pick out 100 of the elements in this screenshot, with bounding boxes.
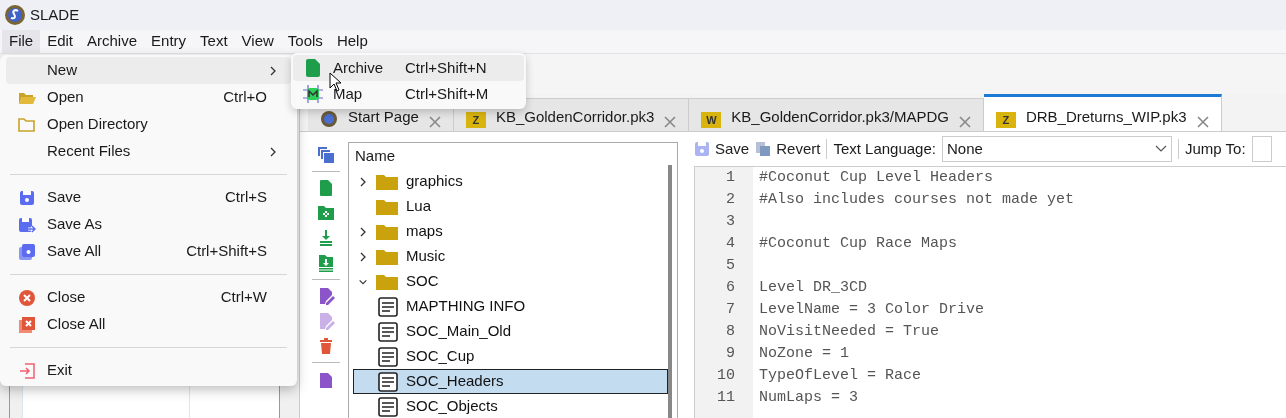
new-file-icon[interactable] — [317, 179, 335, 197]
close-icon[interactable] — [428, 116, 441, 128]
line-number: 6 — [726, 278, 735, 298]
delete-icon[interactable] — [317, 337, 335, 355]
code-line: #Coconut Cup Race Maps — [759, 234, 959, 254]
tree-item[interactable]: MAPTHING INFO — [353, 294, 668, 319]
save-icon — [18, 189, 35, 206]
menu-item[interactable]: Save All Ctrl+Shift+S — [6, 238, 291, 265]
menu-item[interactable]: Recent Files — [6, 138, 291, 165]
text-file-icon — [378, 346, 398, 367]
text-file-icon — [378, 371, 398, 392]
menu-item[interactable]: Save Ctrl+S — [6, 184, 291, 211]
archive-icon: Z — [995, 112, 1016, 128]
window-title: SLADE — [30, 4, 80, 25]
tree-item[interactable]: Music — [353, 244, 668, 269]
archive-icon: W — [701, 112, 722, 128]
exit-icon — [18, 362, 35, 379]
tree-item[interactable]: SOC_Cup — [353, 344, 668, 369]
entry-icon[interactable] — [317, 370, 335, 388]
menu-item[interactable]: Edit — [40, 29, 81, 54]
code-line: Level DR_3CD — [759, 278, 869, 298]
text-file-icon — [378, 321, 398, 342]
line-number: 1 — [726, 168, 735, 188]
menu-item[interactable]: Close All — [6, 311, 291, 338]
line-number: 4 — [726, 234, 735, 254]
save-icon — [694, 141, 710, 157]
menu-item[interactable]: Tools — [280, 29, 330, 54]
folder-icon — [376, 173, 398, 190]
line-number: 7 — [726, 300, 735, 320]
folder-icon — [17, 117, 36, 132]
line-number: 3 — [726, 212, 735, 232]
tab[interactable]: Z DRB_Dreturns_WIP.pk3 — [983, 94, 1222, 131]
folder-icon — [376, 248, 398, 265]
jump-to-label: Jump To: — [1185, 138, 1246, 159]
menu-item[interactable]: Text — [193, 29, 235, 54]
tree-item[interactable]: Lua — [353, 194, 668, 219]
code-line: #Coconut Cup Level Headers — [759, 168, 995, 188]
language-dropdown[interactable]: None — [942, 136, 1172, 162]
column-header: Name — [354, 146, 396, 166]
collapse-icon[interactable] — [317, 146, 335, 164]
code-line: NumLaps = 3 — [759, 388, 860, 408]
import-icon[interactable] — [317, 229, 335, 247]
close-icon[interactable] — [1196, 116, 1209, 128]
save-button[interactable]: Save — [694, 137, 750, 161]
archive-icon: Z — [465, 112, 486, 128]
rename-icon[interactable] — [317, 287, 335, 305]
menu-item[interactable]: Open Directory — [6, 111, 291, 138]
map-icon — [303, 85, 323, 103]
scrollbar[interactable] — [668, 165, 672, 418]
save-as-icon — [17, 216, 36, 233]
menu-item[interactable]: Close Ctrl+W — [6, 284, 291, 311]
close-icon — [18, 289, 35, 306]
tree-item[interactable]: SOC_Headers — [353, 369, 668, 394]
chevron-right-icon — [359, 250, 367, 263]
line-number: 10 — [717, 366, 735, 386]
chevron-right-icon — [359, 225, 367, 238]
chevron-down-icon — [358, 277, 368, 286]
close-icon[interactable] — [664, 116, 677, 128]
revert-button[interactable]: Revert — [755, 137, 821, 161]
menu-item[interactable]: Help — [329, 29, 375, 54]
save-all-icon — [17, 242, 36, 261]
menu-item[interactable]: Archive — [80, 29, 145, 54]
line-number: 9 — [726, 344, 735, 364]
tree-item[interactable]: graphics — [353, 169, 668, 194]
folder-icon — [376, 223, 398, 240]
close-all-icon — [17, 315, 36, 334]
line-number: 2 — [726, 190, 735, 210]
rename-all-icon[interactable] — [317, 312, 335, 330]
menu-item[interactable]: File — [2, 29, 41, 54]
line-number: 5 — [726, 256, 735, 276]
folder-icon — [376, 198, 398, 215]
code-line: NoZone = 1 — [759, 344, 850, 364]
folder-icon — [376, 273, 398, 290]
code-line: TypeOfLevel = Race — [759, 366, 923, 386]
menu-item[interactable]: Entry — [144, 29, 194, 54]
chevron-right-icon — [269, 145, 277, 158]
menu-item[interactable]: New — [6, 57, 291, 84]
import-folder-icon[interactable] — [317, 254, 335, 272]
tree-item[interactable]: SOC — [353, 269, 668, 294]
menu-item[interactable]: Exit — [6, 357, 291, 384]
menu-item[interactable]: Save As — [6, 211, 291, 238]
menu-item[interactable]: Open Ctrl+O — [6, 84, 291, 111]
close-icon[interactable] — [958, 116, 971, 128]
new-folder-icon[interactable] — [317, 204, 335, 222]
chevron-right-icon — [359, 175, 367, 188]
gear-icon — [320, 110, 338, 128]
menu-item[interactable]: View — [234, 29, 281, 54]
revert-icon — [755, 141, 772, 157]
text-file-icon — [378, 296, 398, 317]
menu-item[interactable]: Archive Ctrl+Shift+N — [293, 55, 524, 81]
tree-item[interactable]: SOC_Objects — [353, 394, 668, 418]
folder-open-icon — [17, 90, 36, 105]
file-icon — [306, 59, 320, 77]
tree-item[interactable]: SOC_Main_Old — [353, 319, 668, 344]
language-label: Text Language: — [833, 138, 936, 159]
line-number: 11 — [717, 388, 735, 408]
tab[interactable]: W KB_GoldenCorridor.pk3/MAPDG — [689, 98, 984, 131]
chevron-down-icon — [1155, 145, 1167, 153]
tree-item[interactable]: maps — [353, 219, 668, 244]
jump-to-field[interactable] — [1251, 136, 1272, 162]
